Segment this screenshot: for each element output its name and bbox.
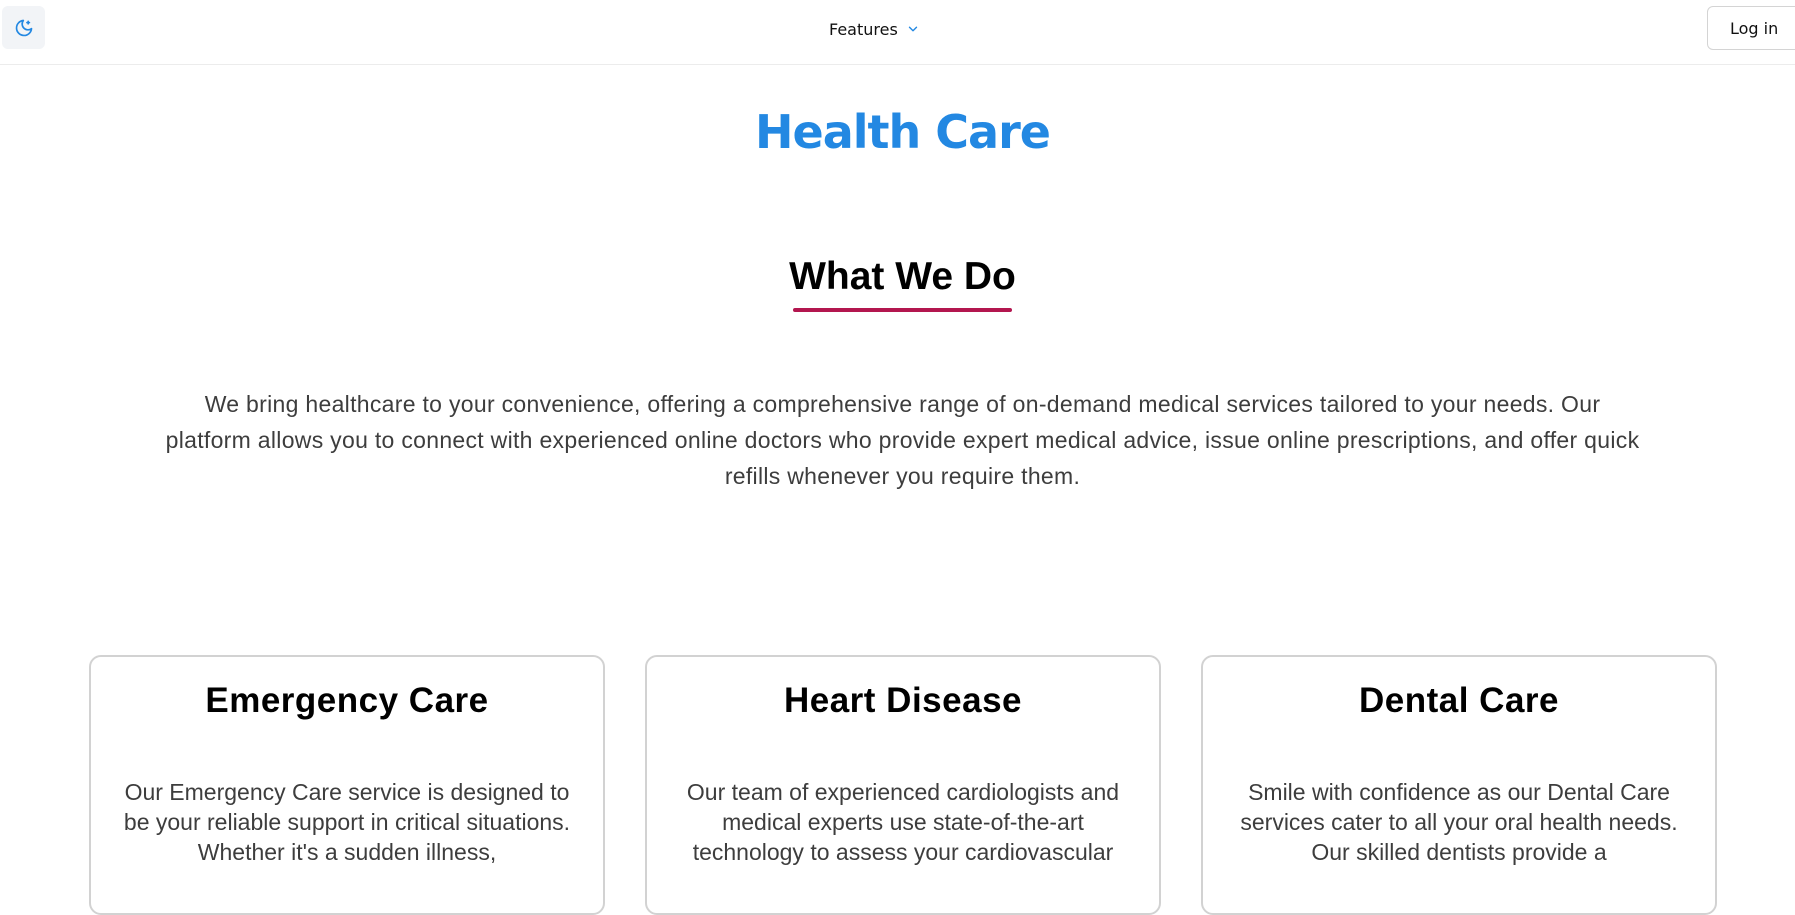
login-button[interactable]: Log in: [1707, 6, 1795, 50]
service-card-heart-disease: Heart Disease Our team of experienced ca…: [645, 655, 1161, 915]
service-card-title: Dental Care: [1358, 681, 1560, 720]
service-card-dental-care: Dental Care Smile with confidence as our…: [1201, 655, 1717, 915]
section-title: What We Do: [789, 255, 1016, 298]
service-card-title: Emergency Care: [205, 681, 489, 720]
brand-title: Health Care: [755, 105, 1051, 159]
features-label: Features: [829, 19, 898, 39]
service-card-emergency-care: Emergency Care Our Emergency Care servic…: [89, 655, 605, 915]
intro-paragraph: We bring healthcare to your convenience,…: [165, 391, 1640, 489]
service-card-description: Our Emergency Care service is designed t…: [123, 779, 571, 865]
service-card-description: Smile with confidence as our Dental Care…: [1240, 779, 1678, 865]
service-card-description: Our team of experienced cardiologists an…: [686, 779, 1120, 865]
login-label: Log in: [1730, 18, 1779, 38]
top-navigation-bar: Features Log in: [0, 0, 1795, 65]
moon-icon: [15, 19, 32, 36]
service-card-title: Heart Disease: [783, 681, 1023, 720]
features-menu-button[interactable]: Features: [829, 17, 920, 41]
theme-toggle-button[interactable]: [2, 6, 45, 49]
section-title-underline: [793, 308, 1012, 312]
chevron-down-icon: [908, 26, 917, 32]
